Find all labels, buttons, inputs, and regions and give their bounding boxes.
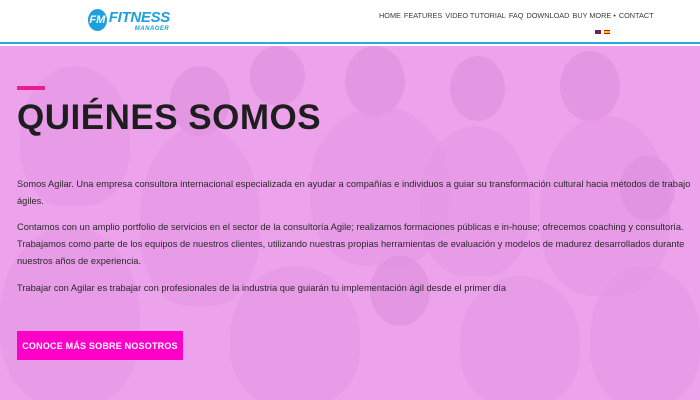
closing-paragraph: Trabajar con Agilar es trabajar con prof… bbox=[17, 283, 507, 293]
nav-faq[interactable]: FAQ bbox=[509, 11, 524, 20]
uk-flag-icon[interactable] bbox=[595, 30, 601, 34]
nav-buy-more[interactable]: BUY MORE • bbox=[572, 11, 615, 20]
about-hero: QUIÉNES SOMOS Somos Agilar. Una empresa … bbox=[0, 46, 700, 400]
site-header: FM FITNESS MANAGER HOME FEATURES VIDEO T… bbox=[0, 0, 700, 44]
logo-name: FITNESS bbox=[108, 8, 171, 26]
language-switcher bbox=[595, 30, 610, 34]
services-paragraph: Contamos con un amplio portfolio de serv… bbox=[17, 222, 685, 266]
logo-text: FITNESS MANAGER bbox=[108, 8, 171, 32]
nav-download[interactable]: DOWNLOAD bbox=[526, 11, 569, 20]
nav-contact[interactable]: CONTACT bbox=[619, 11, 654, 20]
learn-more-button[interactable]: CONOCE MÁS SOBRE NOSOTROS bbox=[17, 331, 183, 360]
intro-paragraph: Somos Agilar. Una empresa consultora int… bbox=[17, 179, 691, 206]
page-title: QUIÉNES SOMOS bbox=[17, 98, 322, 137]
logo-badge: FM bbox=[88, 9, 107, 31]
title-accent-bar bbox=[17, 86, 45, 90]
logo[interactable]: FM FITNESS MANAGER bbox=[88, 8, 170, 32]
nav-home[interactable]: HOME bbox=[379, 11, 401, 20]
spain-flag-icon[interactable] bbox=[604, 30, 610, 34]
nav-video-tutorial[interactable]: VIDEO TUTORIAL bbox=[445, 11, 506, 20]
logo-subtitle: MANAGER bbox=[134, 25, 170, 32]
main-nav: HOME FEATURES VIDEO TUTORIAL FAQ DOWNLOA… bbox=[379, 11, 657, 20]
nav-features[interactable]: FEATURES bbox=[404, 11, 442, 20]
